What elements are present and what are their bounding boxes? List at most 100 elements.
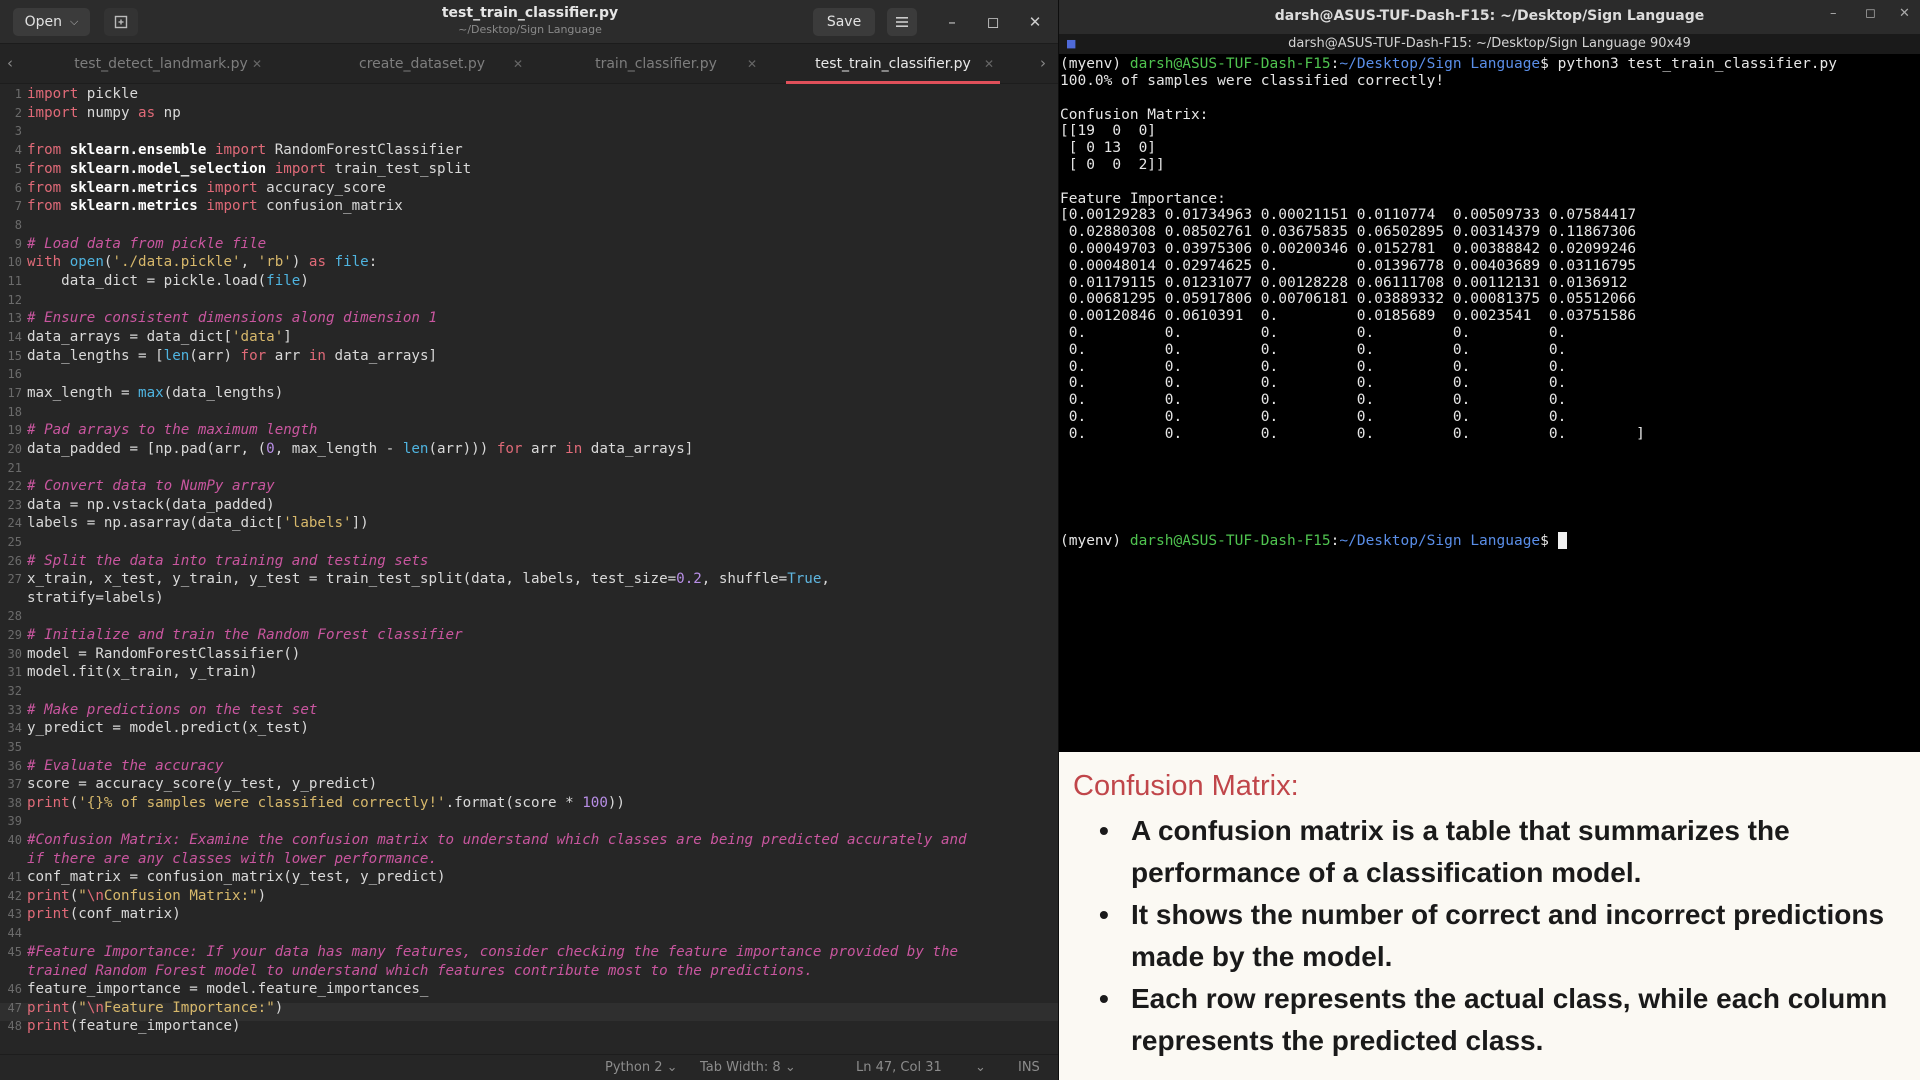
code-line: model.fit(x_train, y_train) [27,664,258,680]
code-line: #Feature Importance: If your data has ma… [27,944,959,960]
code-line: with open('./data.pickle', 'rb') as file… [27,254,378,270]
line-number: 43 [7,907,22,921]
tab-label: create_dataset.py [359,56,485,72]
line-number: 48 [7,1019,22,1033]
tab-test-train-classifier[interactable]: test_train_classifier.py ✕ [778,44,1008,84]
prompt-line: (myenv) darsh@ASUS-TUF-Dash-F15:~/Deskto… [1060,56,1837,72]
line-number: 1 [14,87,22,101]
terminal-command: python3 test_train_classifier.py [1557,56,1837,72]
line-number: 20 [7,442,22,456]
line-number: 6 [14,181,22,195]
tab-test-detect-landmark[interactable]: test_detect_landmark.py ✕ [46,44,276,84]
chevron-down-icon[interactable]: ⌄ [975,1060,986,1075]
code-line: # Load data from pickle file [27,236,267,252]
line-number: 23 [7,498,22,512]
terminal-output-line: 0. 0. 0. 0. 0. 0. [1060,358,1567,375]
main-menu-button[interactable] [887,8,917,36]
chevron-right-icon[interactable]: › [1040,54,1046,72]
code-line: print('{}% of samples were classified co… [27,795,625,811]
line-number: 3 [14,124,22,138]
tab-width-selector[interactable]: Tab Width: 8 ⌄ [700,1060,796,1075]
tab-train-classifier[interactable]: train_classifier.py ✕ [541,44,771,84]
explanation-bullet: A confusion matrix is a table that summa… [1099,810,1899,894]
tab-label: train_classifier.py [595,56,717,72]
code-line: # Make predictions on the test set [27,702,318,718]
explanation-bullet: Each row represents the actual class, wh… [1099,978,1899,1062]
line-number: 30 [7,647,22,661]
code-line: print(feature_importance) [27,1018,241,1034]
tab-create-dataset[interactable]: create_dataset.py ✕ [307,44,537,84]
code-line: data_lengths = [len(arr) for arr in data… [27,348,438,364]
code-line: print("\nConfusion Matrix:") [27,888,267,904]
line-number: 9 [14,237,22,251]
maximize-icon[interactable]: ◻ [980,9,1006,35]
line-number: 47 [7,1001,22,1015]
close-icon[interactable]: ✕ [984,57,994,71]
line-number: 19 [7,423,22,437]
terminal-output-line: 0.01179115 0.01231077 0.00128228 0.06111… [1060,274,1628,291]
code-line: conf_matrix = confusion_matrix(y_test, y… [27,869,446,885]
minimize-icon[interactable]: – [1830,6,1837,21]
save-button[interactable]: Save [813,8,875,36]
editor-title: test_train_classifier.py [441,5,619,21]
terminal-output[interactable]: (myenv) darsh@ASUS-TUF-Dash-F15:~/Deskto… [1060,54,1918,752]
new-tab-button[interactable] [104,8,138,36]
cursor-position[interactable]: Ln 47, Col 31 [856,1060,942,1075]
tab-label: test_detect_landmark.py [74,56,248,72]
close-icon[interactable]: ✕ [252,57,262,71]
line-number: 5 [14,162,22,176]
line-number: 37 [7,777,22,791]
prompt-host: darsh@ASUS-TUF-Dash-F15 [1129,56,1331,72]
terminal-output-line: 0. 0. 0. 0. 0. 0. [1060,409,1567,425]
line-number: 40 [7,833,22,847]
code-line: # Initialize and train the Random Forest… [27,627,463,643]
terminal-output-line: [[19 0 0] [1060,123,1157,140]
line-number: 7 [14,199,22,213]
editor-tab-bar: ‹ test_detect_landmark.py ✕ create_datas… [0,44,1058,84]
code-line: import pickle [27,86,139,102]
language-label: Python 2 [605,1060,663,1075]
line-number: 34 [7,721,22,735]
line-number: 13 [7,311,22,325]
maximize-icon[interactable]: ◻ [1865,6,1876,21]
terminal-output-line: 0.00049703 0.03975306 0.00200346 0.01527… [1060,241,1637,257]
line-number: 39 [7,814,22,828]
chevron-down-icon: ⌵ [70,15,79,28]
editor-subtitle: ~/Desktop/Sign Language [458,23,602,36]
line-number: 16 [7,367,22,381]
close-icon[interactable]: ✕ [513,57,523,71]
close-icon[interactable]: ✕ [1022,9,1048,35]
line-number: 18 [7,405,22,419]
panel-title: Confusion Matrix: [1073,770,1299,802]
line-number: 24 [7,516,22,530]
chevron-left-icon[interactable]: ‹ [7,54,13,72]
code-line: trained Random Forest model to understan… [27,963,813,979]
prompt-venv: (myenv) [1060,56,1130,72]
terminal-output-line: 100.0% of samples were classified correc… [1060,73,1445,89]
line-number: 29 [7,628,22,642]
line-number: 41 [7,870,22,884]
terminal-title: darsh@ASUS-TUF-Dash-F15: ~/Desktop/Sign … [1274,8,1705,24]
open-button[interactable]: Open ⌵ [13,8,90,36]
close-icon[interactable]: ✕ [1899,6,1910,21]
close-icon[interactable]: ✕ [747,57,757,71]
minimize-icon[interactable]: – [939,9,965,35]
explanation-bullet: It shows the number of correct and incor… [1099,894,1899,978]
line-number: 46 [7,982,22,996]
editor-headerbar: Open ⌵ test_train_classifier.py ~/Deskto… [0,0,1058,44]
line-number: 36 [7,759,22,773]
line-number: 15 [7,349,22,363]
language-selector[interactable]: Python 2 ⌄ [605,1060,678,1075]
line-number: 44 [7,926,22,940]
text-editor-window: Open ⌵ test_train_classifier.py ~/Deskto… [0,0,1058,1080]
line-number: 25 [7,535,22,549]
terminal-headerbar: darsh@ASUS-TUF-Dash-F15: ~/Desktop/Sign … [1059,0,1920,34]
line-number: 17 [7,386,22,400]
code-line: # Split the data into training and testi… [27,553,429,569]
line-number: 26 [7,554,22,568]
terminal-output-line: 0. 0. 0. 0. 0. 0. ] [1060,425,1645,442]
code-area[interactable]: 1 2 3 4 5 6 7 8 9 10 11 12 13 14 15 16 17 18 19 20 21 22 23 24 2… [0,84,1058,1054]
code-line: data = np.vstack(data_padded) [27,497,275,513]
terminal-output-line: [ 0 0 2]] [1060,157,1165,173]
code-line: data_padded = [np.pad(arr, (0, max_lengt… [27,441,694,457]
